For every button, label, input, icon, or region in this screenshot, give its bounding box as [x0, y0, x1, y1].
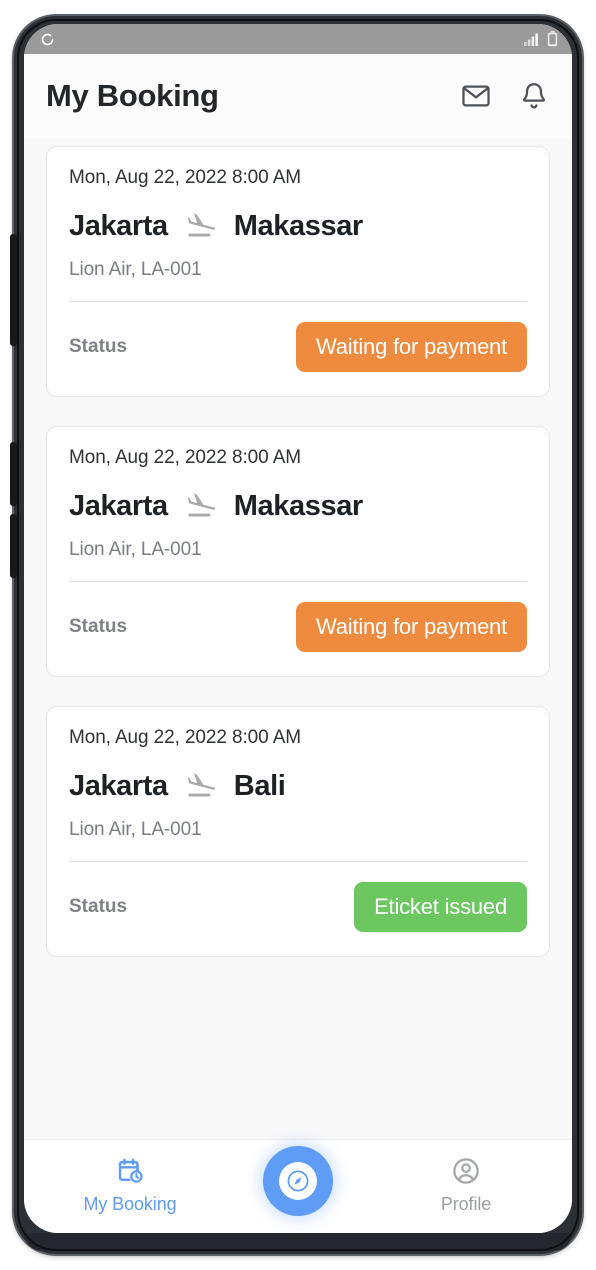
bell-icon[interactable] — [518, 80, 550, 112]
nav-item-profile[interactable]: Profile — [406, 1154, 526, 1215]
card-divider — [69, 861, 527, 862]
card-divider — [69, 301, 527, 302]
booking-card[interactable]: Mon, Aug 22, 2022 8:00 AM Jakarta Makassar… — [46, 146, 550, 397]
card-divider — [69, 581, 527, 582]
booking-status-row: Status Eticket issued — [69, 878, 527, 936]
phone-side-button-volume-up[interactable] — [10, 234, 17, 346]
booking-airline: Lion Air, LA-001 — [69, 539, 202, 560]
bottom-navigation: My Booking Profile — [24, 1139, 572, 1233]
status-label: Status — [69, 896, 128, 917]
route-destination: Bali — [233, 769, 286, 802]
status-badge[interactable]: Eticket issued — [354, 882, 527, 932]
booking-status-row: Status Waiting for payment — [69, 318, 527, 376]
flight-takeoff-icon — [182, 769, 220, 803]
booking-route: Jakarta Makassar — [69, 489, 527, 523]
phone-side-button-power[interactable] — [10, 514, 17, 578]
status-label: Status — [69, 616, 128, 637]
booking-datetime: Mon, Aug 22, 2022 8:00 AM — [69, 167, 302, 188]
phone-screen: My Booking Mon, Aug 22, 2022 8:00 AMJak — [24, 24, 572, 1233]
flight-takeoff-icon — [182, 489, 220, 523]
nav-label-my-booking: My Booking — [83, 1194, 177, 1214]
route-origin: Jakarta — [69, 209, 168, 242]
signal-bars-icon — [524, 33, 540, 46]
booking-route: Jakarta Bali — [69, 769, 527, 803]
route-origin: Jakarta — [69, 489, 168, 522]
booking-list[interactable]: Mon, Aug 22, 2022 8:00 AM Jakarta Makassar… — [24, 138, 572, 1139]
header-actions — [460, 80, 550, 112]
status-bar — [24, 24, 572, 54]
phone-chin — [24, 1233, 572, 1251]
booking-datetime: Mon, Aug 22, 2022 8:00 AM — [69, 727, 302, 748]
loading-spinner-icon — [40, 32, 55, 47]
flight-takeoff-icon — [182, 209, 220, 243]
status-label: Status — [69, 336, 128, 357]
phone-frame: My Booking Mon, Aug 22, 2022 8:00 AMJak — [10, 16, 582, 1254]
booking-datetime: Mon, Aug 22, 2022 8:00 AM — [69, 447, 302, 468]
route-destination: Makassar — [233, 209, 363, 242]
compass-icon — [279, 1162, 317, 1200]
page-title: My Booking — [46, 78, 219, 113]
calendar-clock-icon — [115, 1154, 145, 1188]
booking-card[interactable]: Mon, Aug 22, 2022 8:00 AM Jakarta Bali Lion… — [46, 706, 550, 957]
profile-circle-icon — [451, 1154, 481, 1188]
route-destination: Makassar — [233, 489, 363, 522]
booking-route: Jakarta Makassar — [69, 209, 527, 243]
status-badge[interactable]: Waiting for payment — [295, 322, 527, 372]
mail-icon[interactable] — [460, 80, 492, 112]
nav-item-my-booking[interactable]: My Booking — [70, 1154, 190, 1215]
nav-label-profile: Profile — [440, 1194, 492, 1214]
booking-airline: Lion Air, LA-001 — [69, 259, 202, 280]
app-header: My Booking — [24, 54, 572, 138]
booking-airline: Lion Air, LA-001 — [69, 819, 202, 840]
booking-status-row: Status Waiting for payment — [69, 598, 527, 656]
booking-card[interactable]: Mon, Aug 22, 2022 8:00 AM Jakarta Makassar… — [46, 426, 550, 677]
phone-side-button-volume-down[interactable] — [10, 442, 17, 506]
explore-fab-button[interactable] — [263, 1146, 333, 1216]
status-badge[interactable]: Waiting for payment — [295, 602, 527, 652]
battery-icon — [547, 31, 558, 47]
route-origin: Jakarta — [69, 769, 168, 802]
